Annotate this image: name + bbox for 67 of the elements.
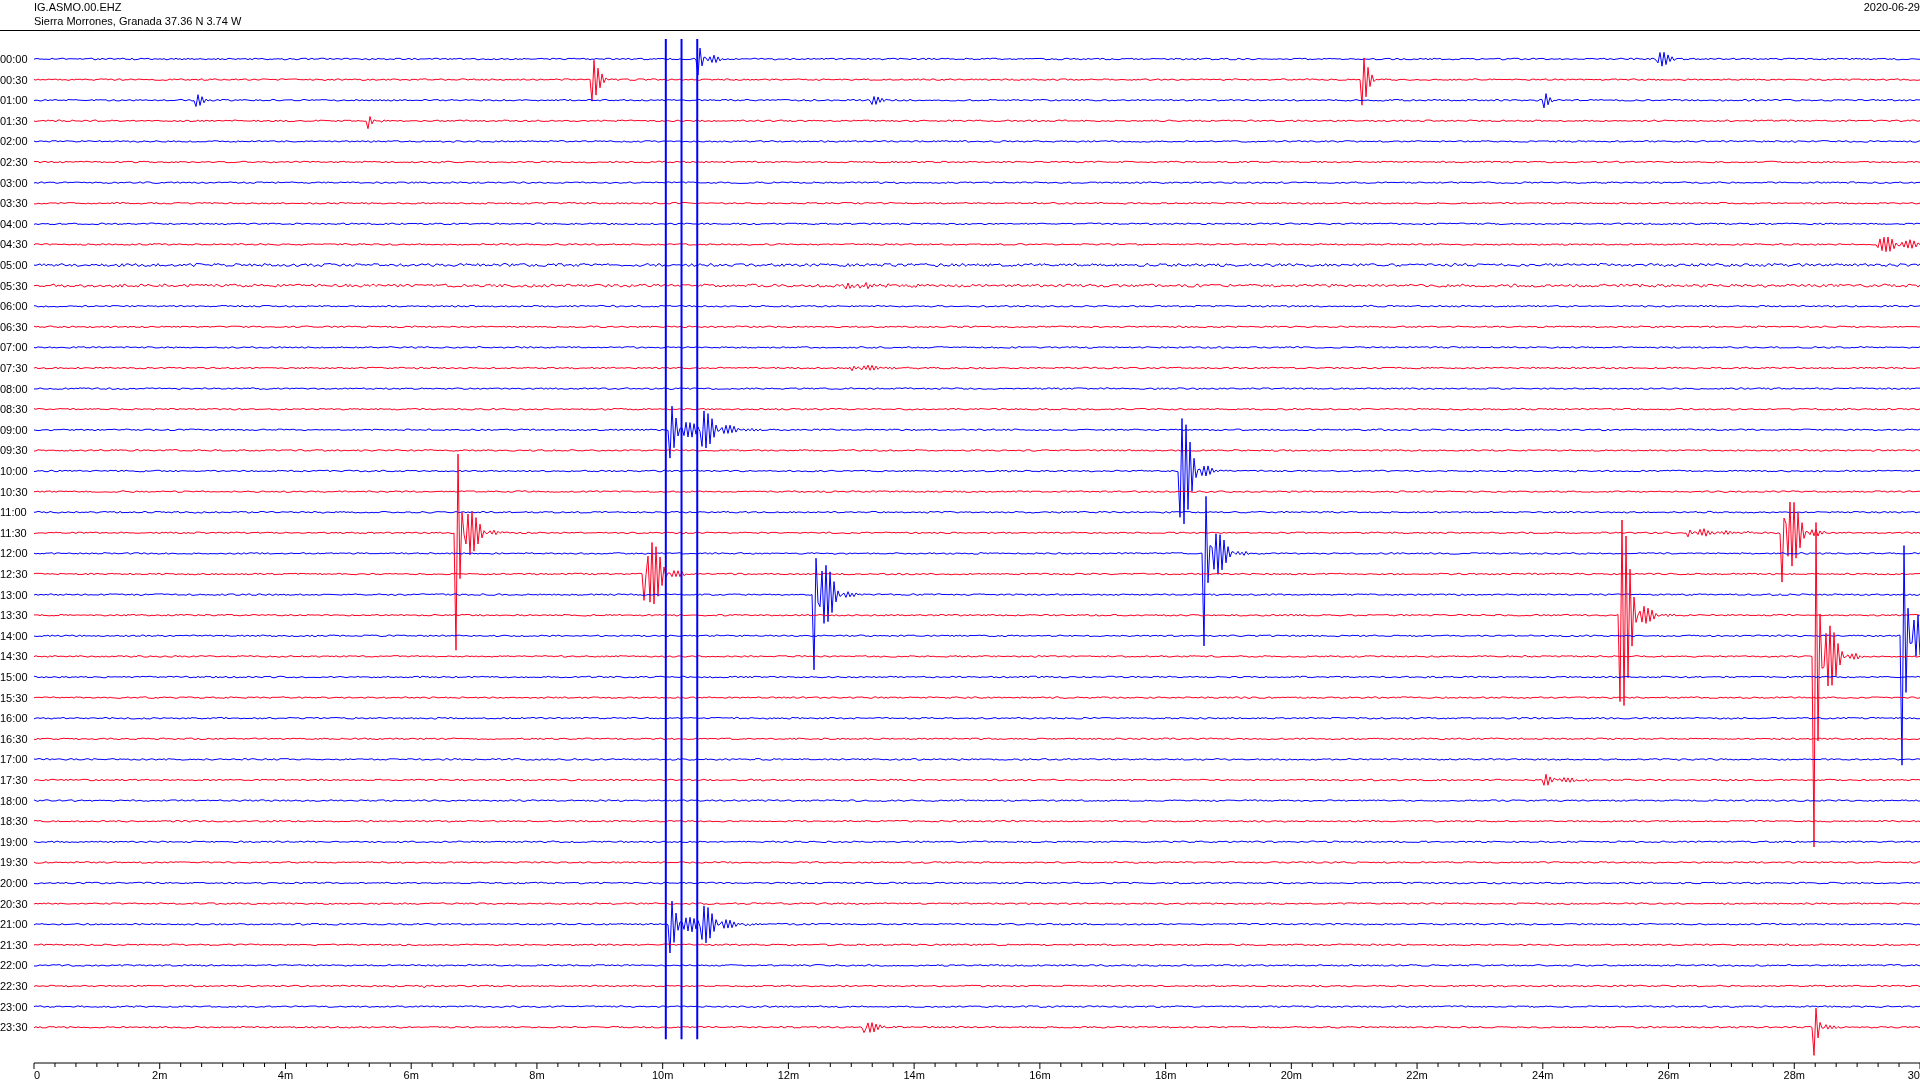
axis-tick-label: 10m <box>651 1069 674 1080</box>
axis-tick-label: 4m <box>277 1069 294 1080</box>
time-label: 01:00 <box>0 94 28 107</box>
time-label: 18:00 <box>0 794 28 807</box>
time-label: 17:00 <box>0 753 28 766</box>
axis-tick-label: 12m <box>777 1069 800 1080</box>
time-label: 13:30 <box>0 609 28 622</box>
time-label: 21:00 <box>0 918 28 931</box>
time-label: 22:00 <box>0 959 28 972</box>
time-label: 04:30 <box>0 238 28 251</box>
time-label: 06:00 <box>0 300 28 313</box>
time-label: 21:30 <box>0 938 28 951</box>
time-label: 23:00 <box>0 1000 28 1013</box>
time-label: 00:00 <box>0 53 28 65</box>
time-label: 22:30 <box>0 980 28 992</box>
time-label: 16:30 <box>0 732 28 745</box>
time-label: 20:30 <box>0 897 28 910</box>
time-label: 17:30 <box>0 774 28 786</box>
time-label: 02:00 <box>0 135 28 148</box>
time-label: 19:30 <box>0 856 28 869</box>
record-date: 2020-06-29 <box>1863 0 1920 14</box>
time-label: 19:00 <box>0 835 28 848</box>
time-label: 20:00 <box>0 877 28 889</box>
time-label: 04:00 <box>0 217 28 230</box>
time-label: 18:30 <box>0 815 28 828</box>
time-label: 05:00 <box>0 259 28 271</box>
time-label: 00:30 <box>0 73 28 86</box>
time-label: 14:00 <box>0 629 28 642</box>
axis-tick-label: 20m <box>1280 1069 1303 1080</box>
time-label: 09:00 <box>0 423 28 436</box>
time-label: 13:00 <box>0 588 28 601</box>
time-label: 15:30 <box>0 691 28 704</box>
time-label: 02:30 <box>0 156 28 168</box>
time-label: 11:00 <box>0 506 27 519</box>
axis-tick-label: 16m <box>1029 1069 1051 1080</box>
time-label: 15:00 <box>0 671 28 683</box>
time-label: 05:30 <box>0 279 28 292</box>
time-label: 23:30 <box>0 1021 28 1034</box>
axis-tick-label: 2m <box>152 1069 168 1080</box>
time-label: 08:30 <box>0 403 28 416</box>
time-label: 03:00 <box>0 176 28 189</box>
axis-tick-label: 0 <box>34 1069 41 1080</box>
station-code: IG.ASMO.00.EHZ <box>34 0 123 14</box>
time-label: 10:30 <box>0 485 28 498</box>
time-label: 06:30 <box>0 320 28 333</box>
axis-tick-label: 24m <box>1532 1069 1554 1080</box>
time-label: 14:30 <box>0 650 28 663</box>
axis-tick-label: 8m <box>529 1069 545 1080</box>
station-location: Sierra Morrones, Granada 37.36 N 3.74 W <box>34 14 242 28</box>
time-label: 11:30 <box>0 526 27 539</box>
time-label: 01:30 <box>0 114 28 127</box>
time-label: 12:30 <box>0 568 28 580</box>
time-label: 03:30 <box>0 197 28 210</box>
axis-tick-label: 30 <box>1907 1069 1920 1080</box>
axis-tick-label: 18m <box>1154 1069 1177 1080</box>
axis-tick-label: 26m <box>1657 1069 1680 1080</box>
time-label: 12:00 <box>0 547 28 560</box>
time-label: 10:00 <box>0 465 28 477</box>
time-label: 09:30 <box>0 444 28 457</box>
time-label: 07:30 <box>0 362 28 374</box>
time-label: 07:00 <box>0 341 28 354</box>
axis-tick-label: 14m <box>903 1069 925 1080</box>
time-label: 16:00 <box>0 712 28 725</box>
axis-tick-label: 28m <box>1783 1069 1805 1080</box>
axis-tick-label: 6m <box>403 1069 419 1080</box>
axis-tick-label: 22m <box>1406 1069 1428 1080</box>
time-label: 08:00 <box>0 382 28 395</box>
